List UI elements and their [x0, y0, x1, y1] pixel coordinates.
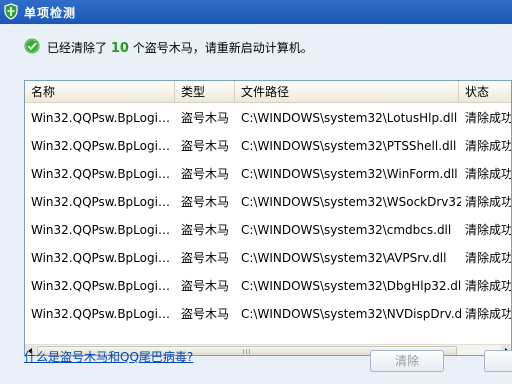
cell-type: 盗号木马 [181, 111, 230, 125]
cell-status: 清除成功 [465, 111, 512, 125]
cell-type: 盗号木马 [181, 307, 230, 321]
cell-path: C:\WINDOWS\system32\DbgHlp32.dll [241, 279, 461, 293]
cell-name: Win32.QQPsw.BpLoginHk [31, 251, 176, 265]
status-prefix: 已经清除了 [47, 41, 108, 55]
column-header-path[interactable]: 文件路径 [235, 81, 459, 103]
column-header-status[interactable]: 状态 [459, 81, 511, 103]
table-row[interactable]: Win32.QQPsw.BpLoginHk 盗号木马 C:\WINDOWS\sy… [25, 188, 512, 216]
table-row[interactable]: Win32.QQPsw.BpLoginHk 盗号木马 C:\WINDOWS\sy… [25, 104, 512, 132]
cell-type: 盗号木马 [181, 223, 230, 237]
cell-path: C:\WINDOWS\system32\AVPSrv.dll [241, 251, 447, 265]
removed-count: 10 [110, 41, 129, 56]
cell-path: C:\WINDOWS\system32\WSockDrv32.dll [241, 195, 461, 209]
window-title: 单项检测 [24, 6, 77, 20]
table-row[interactable]: Win32.QQPsw.BpLoginHk 盗号木马 C:\WINDOWS\sy… [25, 272, 512, 300]
cell-type: 盗号木马 [181, 251, 230, 265]
table-row[interactable]: Win32.QQPsw.BpLoginHk 盗号木马 C:\WINDOWS\sy… [25, 216, 512, 244]
cell-path: C:\WINDOWS\system32\LotusHlp.dll [241, 111, 458, 125]
clear-button[interactable]: 清除 [370, 350, 444, 372]
cell-path: C:\WINDOWS\system32\NVDispDrv.dll [241, 307, 461, 321]
grip-icon [243, 349, 244, 354]
table-row[interactable]: Win32.QQPsw.BpLoginHk 盗号木马 C:\WINDOWS\sy… [25, 160, 512, 188]
cell-status: 清除成功 [465, 223, 512, 237]
table-row[interactable]: Win32.QQPsw.BpLoginHk 盗号木马 C:\WINDOWS\sy… [25, 244, 512, 272]
cell-status: 清除成功 [465, 195, 512, 209]
title-bar: 单项检测 [0, 0, 512, 24]
cell-path: C:\WINDOWS\system32\PTSShell.dll [241, 139, 457, 153]
cell-status: 清除成功 [465, 307, 512, 321]
cell-type: 盗号木马 [181, 139, 230, 153]
table-row[interactable]: Win32.QQPsw.BpLoginHk 盗号木马 C:\WINDOWS\sy… [25, 132, 512, 160]
cell-status: 清除成功 [465, 251, 512, 265]
cell-name: Win32.QQPsw.BpLoginHk [31, 223, 176, 237]
status-message: 已经清除了 10 个盗号木马，请重新启动计算机。 [47, 39, 313, 56]
cell-status: 清除成功 [465, 167, 512, 181]
grip-icon [249, 349, 250, 354]
cell-name: Win32.QQPsw.BpLoginHk [31, 139, 176, 153]
cell-status: 清除成功 [465, 139, 512, 153]
cell-name: Win32.QQPsw.BpLoginHk [31, 195, 176, 209]
results-table: 名称 类型 文件路径 状态 Win32.QQPsw.BpLoginHk 盗号木马… [24, 80, 512, 356]
cell-path: C:\WINDOWS\system32\WinForm.dll [241, 167, 458, 181]
check-circle-icon [24, 38, 40, 54]
trojan-info-link[interactable]: 什么是盗号木马和QQ尾巴病毒? [24, 348, 193, 365]
table-body: Win32.QQPsw.BpLoginHk 盗号木马 C:\WINDOWS\sy… [25, 104, 512, 344]
column-header-name[interactable]: 名称 [25, 81, 175, 103]
cell-name: Win32.QQPsw.BpLoginHk [31, 279, 176, 293]
cell-path: C:\WINDOWS\system32\cmdbcs.dll [241, 223, 452, 237]
table-header: 名称 类型 文件路径 状态 [25, 81, 511, 103]
table-row[interactable]: Win32.QQPsw.BpLoginHk 盗号木马 C:\WINDOWS\sy… [25, 300, 512, 328]
cell-type: 盗号木马 [181, 167, 230, 181]
grip-icon [246, 349, 247, 354]
cell-status: 清除成功 [465, 279, 512, 293]
status-suffix: 个盗号木马，请重新启动计算机。 [132, 41, 313, 55]
main-panel: 已经清除了 10 个盗号木马，请重新启动计算机。 名称 类型 文件路径 状态 W… [0, 24, 512, 384]
cell-name: Win32.QQPsw.BpLoginHk [31, 307, 176, 321]
shield-icon [4, 3, 18, 20]
cell-type: 盗号木马 [181, 195, 230, 209]
secondary-button[interactable] [484, 350, 512, 372]
column-header-type[interactable]: 类型 [175, 81, 235, 103]
cell-name: Win32.QQPsw.BpLoginHk [31, 111, 176, 125]
cell-type: 盗号木马 [181, 279, 230, 293]
cell-name: Win32.QQPsw.BpLoginHk [31, 167, 176, 181]
